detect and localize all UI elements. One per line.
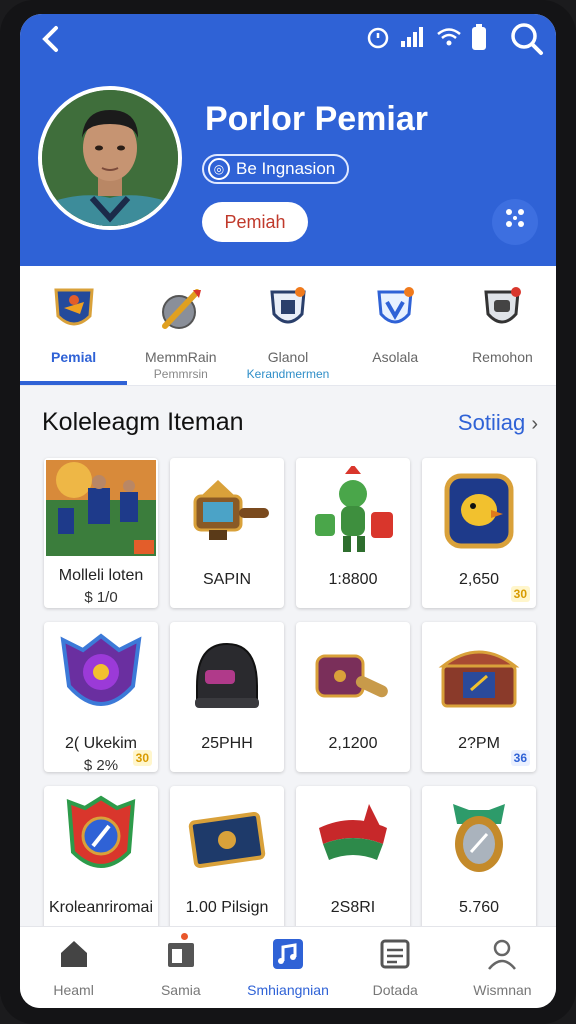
nav-label: Smhiangnian — [247, 982, 329, 998]
avatar[interactable] — [38, 86, 182, 230]
nav-home[interactable]: Heaml — [20, 927, 127, 1008]
tab-remohon[interactable]: Remohon — [449, 266, 556, 385]
item-card[interactable]: 25PHH — [170, 622, 284, 772]
currency-badge: 30 — [510, 586, 530, 602]
nav-samia[interactable]: Samia — [127, 927, 234, 1008]
bottom-nav: Heaml Samia Smhiangnian Dotada Wismnan — [20, 926, 556, 1008]
item-card[interactable]: 2,650 30 — [422, 458, 536, 608]
castle-shield-icon — [270, 287, 306, 324]
nav-smhiangnian[interactable]: Smhiangnian — [234, 927, 341, 1008]
calendar-icon — [167, 943, 194, 967]
item-card[interactable]: 2,1200 — [296, 622, 410, 772]
badge-icon: ◎ — [208, 158, 230, 180]
item-name: SAPIN — [202, 571, 251, 588]
item-name: 2S8RI — [330, 899, 376, 916]
tab-label: Remohon — [472, 349, 533, 365]
item-card[interactable]: 2( Ukekim $ 2% 30 — [44, 622, 158, 772]
grid-dots-icon[interactable] — [492, 199, 538, 245]
status-bar — [366, 22, 486, 52]
profile-header: Porlor Pemiar ◎ Be Ingnasion Pemiah — [20, 14, 556, 266]
tab-label: MemmRain — [145, 349, 217, 365]
music-square-icon — [273, 939, 303, 969]
user-icon — [488, 939, 517, 970]
phone-frame: Porlor Pemiar ◎ Be Ingnasion Pemiah Pemi… — [0, 0, 576, 1024]
item-name: 1:8800 — [328, 571, 378, 588]
item-name: 2,1200 — [328, 735, 378, 752]
item-card[interactable]: 2S8RI — [296, 786, 410, 936]
currency-badge: 36 — [510, 750, 530, 766]
helmet-icon — [195, 642, 259, 708]
item-card[interactable]: SAPIN — [170, 458, 284, 608]
nav-wismnan[interactable]: Wismnan — [449, 927, 556, 1008]
bird-shield-icon — [444, 473, 514, 549]
tab-memmrain[interactable]: MemmRain Pemmrsin — [127, 266, 234, 385]
item-name: Kroleanriromai — [48, 899, 154, 916]
tab-label: Pemial — [51, 349, 97, 365]
treasure-chest-icon — [438, 650, 520, 708]
tab-asolala[interactable]: Asolala — [342, 266, 449, 385]
mirror-icon — [453, 804, 505, 872]
item-card[interactable]: Molleli loten $ 1/0 — [44, 458, 158, 608]
nav-label: Heaml — [53, 982, 94, 998]
item-card[interactable]: 5.760 — [422, 786, 536, 936]
player-card-icon — [46, 460, 156, 556]
see-all-label: Sotiiag — [457, 410, 526, 435]
role-button[interactable]: Pemiah — [202, 202, 308, 242]
emblem-icon — [66, 795, 136, 868]
nav-label: Samia — [160, 982, 201, 998]
category-tabs: Pemial MemmRain Pemmrsin Glanol Kerandme… — [20, 266, 556, 386]
chevron-right-icon: › — [531, 413, 538, 435]
nav-label: Dotada — [372, 982, 418, 998]
v-shield-icon — [377, 287, 415, 324]
tab-sublabel: Kerandmermen — [246, 367, 330, 381]
document-icon — [380, 939, 410, 969]
item-card[interactable]: Kroleanriromai — [44, 786, 158, 936]
handle-text: Be Ingnasion — [236, 159, 336, 178]
scroll-icon — [188, 811, 266, 869]
app-screen: Porlor Pemiar ◎ Be Ingnasion Pemiah Pemi… — [20, 14, 556, 1008]
sword-shield-icon — [161, 289, 201, 329]
item-card[interactable]: 2?PM 36 — [422, 622, 536, 772]
purple-crest-icon — [60, 633, 142, 706]
see-all-link[interactable]: Sotiiag › — [458, 410, 538, 436]
signal-icon — [401, 27, 423, 47]
scarf-icon — [319, 804, 387, 860]
item-price: $ 1/0 — [84, 589, 118, 606]
collection-grid: Molleli loten $ 1/0 SAPIN 1:8800 2,650 3… — [44, 458, 536, 936]
tab-pemial[interactable]: Pemial — [20, 266, 128, 385]
goblin-icon — [315, 464, 393, 552]
tab-sublabel: Pemmrsin — [153, 367, 208, 381]
wifi-icon — [437, 28, 461, 46]
timer-icon — [367, 27, 389, 49]
item-card[interactable]: 1:8800 — [296, 458, 410, 608]
item-name: 25PHH — [201, 735, 253, 752]
item-name: Molleli loten — [58, 567, 144, 584]
shield-crest-icon — [53, 288, 94, 326]
nav-dotada[interactable]: Dotada — [342, 927, 449, 1008]
currency-badge: 30 — [132, 750, 152, 766]
lantern-icon — [193, 480, 269, 540]
nav-label: Wismnan — [473, 982, 532, 998]
treasure-cannon-icon — [315, 654, 388, 698]
item-card[interactable]: 1.00 Pilsign — [170, 786, 284, 936]
tab-glanol[interactable]: Glanol Kerandmermen — [234, 266, 341, 385]
tab-label: Glanol — [267, 349, 309, 365]
tab-label: Asolala — [372, 349, 419, 365]
item-name: 5.760 — [458, 899, 500, 916]
page-title: Porlor Pemiar — [205, 100, 428, 138]
player-handle: ◎ Be Ingnasion — [202, 154, 350, 184]
section-title: Koleleagm Iteman — [42, 408, 244, 436]
home-icon — [60, 941, 87, 967]
battery-icon — [472, 24, 486, 50]
search-icon[interactable] — [508, 20, 544, 56]
item-name: 1.00 Pilsign — [185, 899, 269, 916]
helmet-shield-icon — [484, 287, 522, 324]
chevron-left-icon[interactable] — [36, 22, 66, 56]
